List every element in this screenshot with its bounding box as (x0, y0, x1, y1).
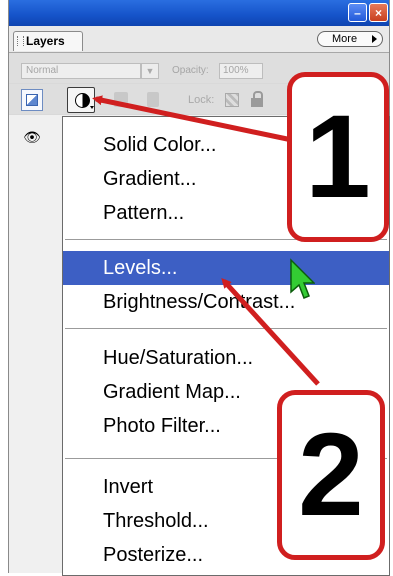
trash-icon[interactable] (114, 92, 128, 107)
blend-mode-value: Normal (26, 65, 59, 76)
opacity-value: 100% (223, 65, 249, 76)
callout-step-2: 2 (277, 390, 385, 560)
lock-transparency-icon[interactable] (225, 93, 239, 107)
close-button[interactable]: × (369, 3, 388, 22)
more-button[interactable]: More (317, 31, 383, 47)
new-layer-icon[interactable] (21, 89, 43, 111)
play-arrow-icon (372, 35, 377, 43)
adjustment-layer-button[interactable] (67, 87, 95, 113)
opacity-label: Opacity: (172, 65, 209, 76)
half-circle-icon (75, 93, 90, 108)
menu-item-levels[interactable]: Levels... (63, 251, 389, 285)
lock-icon[interactable] (251, 91, 263, 107)
tab-layers-label: Layers (26, 34, 65, 48)
opacity-field[interactable]: 100% (219, 63, 263, 79)
grip-icon (17, 36, 24, 46)
blend-mode-select[interactable]: Normal (21, 63, 141, 79)
menu-item-brightness-contrast[interactable]: Brightness/Contrast... (63, 285, 389, 319)
mouse-pointer-icon (289, 258, 316, 311)
menu-separator (65, 328, 387, 329)
minimize-button[interactable]: – (348, 3, 367, 22)
callout-step-1: 1 (287, 72, 389, 242)
panel-tab-row: Layers More (9, 26, 389, 53)
eye-icon[interactable]: 👁 (21, 126, 43, 148)
more-button-label: More (332, 33, 358, 45)
lock-label: Lock: (188, 94, 215, 106)
chevron-down-icon[interactable]: ▼ (141, 63, 159, 79)
dropdown-triangle-icon (90, 106, 94, 109)
lock-alpha-icon[interactable] (147, 92, 159, 107)
panel-titlebar: – × (9, 0, 389, 26)
menu-item-hue-saturation[interactable]: Hue/Saturation... (63, 341, 389, 375)
tab-layers[interactable]: Layers (13, 31, 83, 51)
